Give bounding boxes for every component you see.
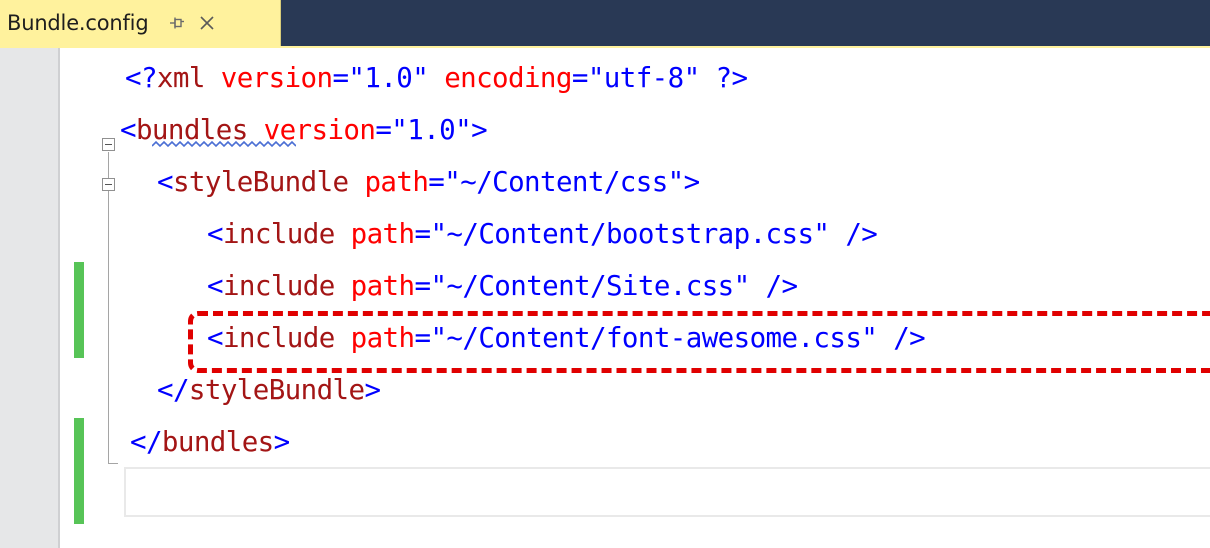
code-line-1[interactable]: <?xml version="1.0" encoding="utf-8" ?>	[125, 53, 748, 103]
code-line-7[interactable]: </styleBundle>	[157, 365, 381, 415]
warning-squiggle	[152, 140, 296, 148]
code-line-4[interactable]: <include path="~/Content/bootstrap.css" …	[207, 209, 878, 259]
code-line-5[interactable]: <include path="~/Content/Site.css" />	[207, 261, 798, 311]
current-line-highlight	[124, 467, 1210, 517]
collapse-stylebundle-icon[interactable]	[102, 178, 115, 191]
outline-line	[108, 152, 109, 178]
close-icon[interactable]	[196, 12, 218, 34]
code-line-6[interactable]: <include path="~/Content/font-awesome.cs…	[207, 313, 926, 363]
outline-line	[108, 191, 109, 463]
code-line-3[interactable]: <styleBundle path="~/Content/css">	[157, 157, 700, 207]
outline-line	[108, 463, 118, 464]
margin-divider	[58, 48, 60, 548]
document-tab-strip: Bundle.config	[0, 0, 1210, 48]
code-editor[interactable]: <?xml version="1.0" encoding="utf-8" ?> …	[0, 48, 1210, 548]
change-marker	[74, 418, 84, 524]
tab-title: Bundle.config	[7, 11, 149, 35]
tab-bundle-config[interactable]: Bundle.config	[0, 0, 281, 46]
change-marker	[74, 262, 84, 358]
pin-icon[interactable]	[166, 12, 188, 34]
collapse-bundles-icon[interactable]	[102, 138, 115, 151]
indicator-margin[interactable]	[0, 48, 58, 548]
code-line-8[interactable]: </bundles>	[130, 417, 290, 467]
